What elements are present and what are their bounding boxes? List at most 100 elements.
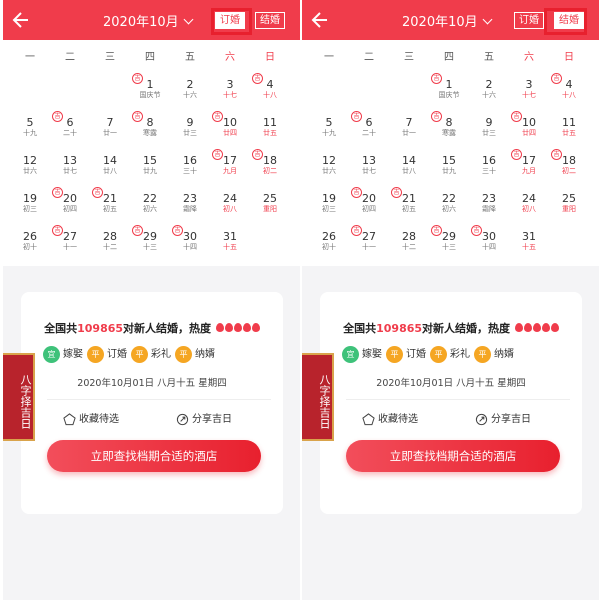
auspicious-badge: 吉 <box>351 111 362 122</box>
calendar-day[interactable]: 26 初十 <box>10 230 50 266</box>
lunar-label: 二十 <box>63 129 77 137</box>
find-hotel-button[interactable]: 立即查找档期合适的酒店 <box>47 440 261 472</box>
calendar-day[interactable]: 吉 8 寒露 <box>130 111 170 152</box>
calendar-day[interactable]: 吉 10 廿四 <box>509 111 549 152</box>
calendar-day[interactable]: 31 十五 <box>210 230 250 266</box>
flame-icon <box>215 323 224 332</box>
calendar-day[interactable]: 吉 4 十八 <box>250 73 290 114</box>
calendar-day[interactable]: 23 霜降 <box>170 192 210 228</box>
calendar-day[interactable]: 吉 27 十一 <box>50 225 90 266</box>
tab-dinghun-label: 订婚 <box>519 15 539 26</box>
tab-jiehun[interactable]: 结婚 <box>255 12 285 29</box>
calendar-day[interactable]: 吉 17 九月 <box>509 149 549 190</box>
calendar-day[interactable]: 吉 27 十一 <box>349 225 389 266</box>
activity-label: 纳婿 <box>494 349 514 360</box>
calendar-day[interactable]: 吉 18 初二 <box>250 149 290 190</box>
auspicious-badge: 吉 <box>132 73 143 84</box>
calendar-day[interactable]: 15 廿九 <box>429 154 469 190</box>
pentagon-star-icon <box>63 412 76 425</box>
activity-label: 嫁娶 <box>362 349 382 360</box>
month-selector[interactable]: 2020年10月 <box>103 11 194 30</box>
calendar-day[interactable]: 11 廿五 <box>549 116 589 152</box>
calendar-day[interactable]: 22 初六 <box>429 192 469 228</box>
calendar-day[interactable]: 吉 1 国庆节 <box>130 73 170 114</box>
back-arrow-icon[interactable] <box>11 7 31 33</box>
calendar-day[interactable]: 2 十六 <box>170 78 210 114</box>
calendar-day[interactable]: 2 十六 <box>469 78 509 114</box>
calendar-day[interactable]: 吉 8 寒露 <box>429 111 469 152</box>
auspicious-badge: 吉 <box>52 111 63 122</box>
lunar-label: 廿五 <box>562 129 576 137</box>
day-number: 15 <box>442 154 456 167</box>
calendar-day[interactable]: 吉 18 初二 <box>549 149 589 190</box>
day-number: 28 <box>103 230 117 243</box>
calendar-day[interactable]: 7 廿一 <box>389 116 429 152</box>
auspicious-badge: 吉 <box>132 225 143 236</box>
share-button[interactable]: 分享吉日 <box>475 410 531 426</box>
calendar-day[interactable]: 14 廿八 <box>90 154 130 190</box>
calendar-day[interactable]: 23 霜降 <box>469 192 509 228</box>
calendar-day[interactable]: 25 重阳 <box>549 192 589 228</box>
find-hotel-button[interactable]: 立即查找档期合适的酒店 <box>346 440 560 472</box>
calendar-day[interactable]: 24 初八 <box>509 192 549 228</box>
calendar-day[interactable]: 吉 29 十三 <box>130 225 170 266</box>
lunar-label: 国庆节 <box>139 91 161 99</box>
calendar-day[interactable]: 28 十二 <box>389 230 429 266</box>
calendar-day[interactable]: 13 廿七 <box>50 154 90 190</box>
calendar-day[interactable]: 25 重阳 <box>250 192 290 228</box>
calendar-day[interactable]: 13 廿七 <box>349 154 389 190</box>
calendar-day[interactable]: 5 十九 <box>309 116 349 152</box>
auspicious-badge: 吉 <box>431 225 442 236</box>
calendar-day[interactable]: 22 初六 <box>130 192 170 228</box>
tab-jiehun[interactable]: 结婚 <box>554 12 584 29</box>
calendar-day[interactable]: 吉 30 十四 <box>469 225 509 266</box>
day-number: 2 <box>485 78 493 91</box>
calendar-day[interactable]: 吉 21 初五 <box>90 187 130 228</box>
favorite-button[interactable]: 收藏待选 <box>63 410 119 426</box>
calendar-day[interactable]: 吉 20 初四 <box>50 187 90 228</box>
share-button[interactable]: 分享吉日 <box>176 410 232 426</box>
bazi-side-tag[interactable]: 八字择吉日 <box>3 353 35 441</box>
calendar-day[interactable]: 吉 21 初五 <box>389 187 429 228</box>
calendar-day[interactable]: 19 初三 <box>10 192 50 228</box>
tab-dinghun[interactable]: 订婚 <box>215 12 245 29</box>
headline-suffix: 对新人结婚，热度 <box>123 322 212 335</box>
calendar-day[interactable]: 14 廿八 <box>389 154 429 190</box>
calendar-day[interactable]: 吉 20 初四 <box>349 187 389 228</box>
calendar-day[interactable]: 24 初八 <box>210 192 250 228</box>
calendar-day[interactable]: 吉 6 二十 <box>349 111 389 152</box>
calendar-day[interactable]: 3 十七 <box>509 78 549 114</box>
calendar-day[interactable]: 9 廿三 <box>170 116 210 152</box>
calendar-day[interactable]: 11 廿五 <box>250 116 290 152</box>
lunar-label: 十六 <box>482 91 496 99</box>
calendar-day[interactable]: 吉 29 十三 <box>429 225 469 266</box>
calendar-day[interactable]: 吉 10 廿四 <box>210 111 250 152</box>
back-arrow-icon[interactable] <box>310 7 330 33</box>
calendar-day[interactable]: 吉 6 二十 <box>50 111 90 152</box>
divider <box>47 399 271 400</box>
month-selector[interactable]: 2020年10月 <box>402 11 493 30</box>
calendar-day[interactable]: 5 十九 <box>10 116 50 152</box>
calendar-day[interactable]: 31 十五 <box>509 230 549 266</box>
calendar-day[interactable]: 吉 1 国庆节 <box>429 73 469 114</box>
calendar-day[interactable]: 15 廿九 <box>130 154 170 190</box>
calendar-day[interactable]: 16 三十 <box>170 154 210 190</box>
favorite-button[interactable]: 收藏待选 <box>362 410 418 426</box>
calendar-day[interactable]: 12 廿六 <box>10 154 50 190</box>
tab-dinghun[interactable]: 订婚 <box>514 12 544 29</box>
calendar-day[interactable]: 吉 30 十四 <box>170 225 210 266</box>
calendar-day[interactable]: 3 十七 <box>210 78 250 114</box>
calendar-day[interactable]: 28 十二 <box>90 230 130 266</box>
calendar-day[interactable]: 26 初十 <box>309 230 349 266</box>
calendar-day[interactable]: 9 廿三 <box>469 116 509 152</box>
calendar-day[interactable]: 19 初三 <box>309 192 349 228</box>
calendar-day[interactable]: 7 廿一 <box>90 116 130 152</box>
day-number: 24 <box>522 192 536 205</box>
calendar-day[interactable]: 吉 17 九月 <box>210 149 250 190</box>
calendar-day[interactable]: 16 三十 <box>469 154 509 190</box>
calendar-day[interactable]: 12 廿六 <box>309 154 349 190</box>
day-number: 7 <box>106 116 114 129</box>
calendar-day[interactable]: 吉 4 十八 <box>549 73 589 114</box>
bazi-side-tag[interactable]: 八字择吉日 <box>302 353 334 441</box>
day-number: 19 <box>23 192 37 205</box>
